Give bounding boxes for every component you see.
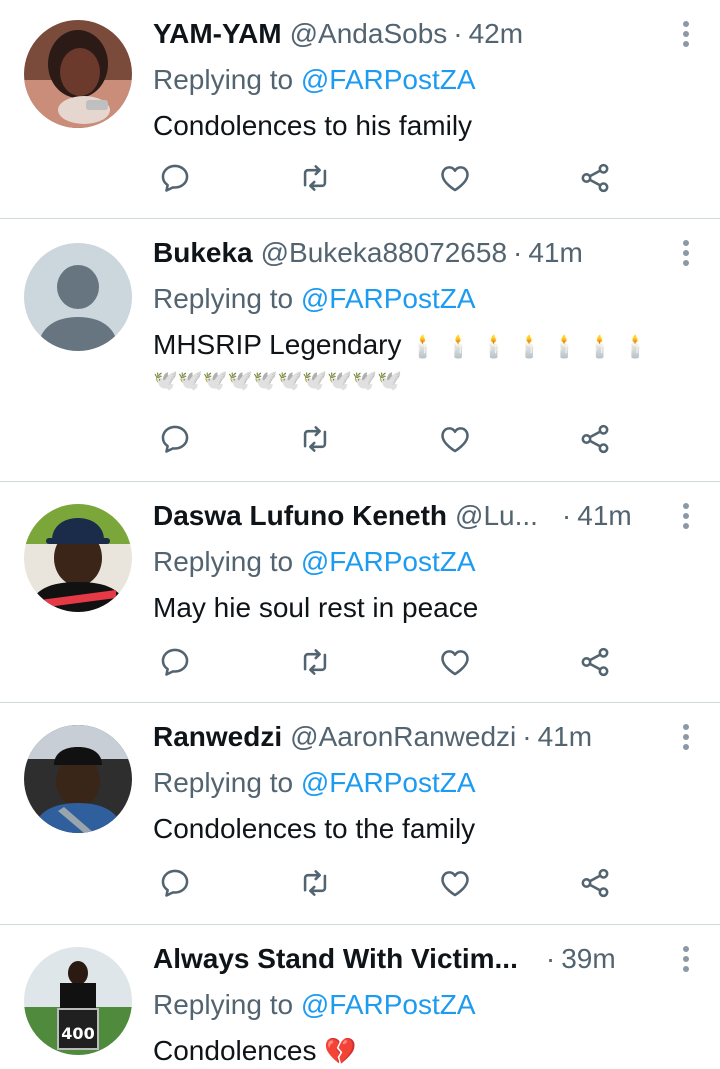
avatar-image — [24, 504, 132, 612]
mention-link[interactable]: @FARPostZA — [301, 64, 476, 95]
user-handle[interactable]: @Lu... — [455, 498, 538, 534]
avatar-image — [24, 725, 132, 833]
separator-dot: · — [513, 237, 523, 268]
more-icon[interactable] — [674, 941, 698, 977]
retweet-icon[interactable] — [295, 419, 335, 459]
more-icon[interactable] — [674, 235, 698, 271]
replying-to: Replying to @FARPostZA — [153, 281, 700, 317]
tweet-text: Condolences 💔 — [153, 1033, 700, 1069]
tweet-header: Bukeka @Bukeka88072658 · 41m — [153, 235, 700, 271]
tweet-text: MHSRIP Legendary 🕯️🕯️🕯️🕯️🕯️🕯️🕯️ — [153, 327, 700, 365]
separator-dot: · — [453, 18, 463, 49]
display-name[interactable]: Ranwedzi — [153, 719, 282, 755]
action-bar — [153, 642, 613, 682]
avatar[interactable] — [24, 725, 132, 833]
dove-emoji-row: 🕊️🕊️🕊️🕊️🕊️🕊️🕊️🕊️🕊️🕊️ — [153, 369, 403, 392]
avatar-image — [24, 20, 132, 128]
replying-to: Replying to @FARPostZA — [153, 987, 700, 1023]
share-icon[interactable] — [575, 419, 615, 459]
more-icon[interactable] — [674, 16, 698, 52]
action-bar — [153, 158, 613, 198]
tweet-header: YAM-YAM @AndaSobs · 42m — [153, 16, 700, 52]
default-profile-icon — [24, 243, 132, 351]
broken-heart-emoji: 💔 — [324, 1036, 357, 1066]
action-bar — [153, 419, 613, 459]
mention-link[interactable]: @FARPostZA — [301, 546, 476, 577]
replying-prefix: Replying to — [153, 283, 294, 314]
tweet-text-content: Condolences — [153, 1035, 317, 1066]
reply-icon[interactable] — [155, 642, 195, 682]
reply-icon[interactable] — [155, 419, 195, 459]
tweet-text: Condolences to his family — [153, 108, 700, 144]
replying-prefix: Replying to — [153, 989, 294, 1020]
display-name[interactable]: Daswa Lufuno Keneth — [153, 498, 447, 534]
action-bar — [153, 863, 613, 903]
timestamp[interactable]: 41m — [528, 235, 582, 271]
avatar[interactable] — [24, 504, 132, 612]
display-name[interactable]: Bukeka — [153, 235, 253, 271]
mention-link[interactable]: @FARPostZA — [301, 767, 476, 798]
timestamp[interactable]: 39m — [561, 941, 615, 977]
share-icon[interactable] — [575, 642, 615, 682]
user-handle[interactable]: @AndaSobs — [290, 16, 448, 52]
user-handle[interactable]: @AaronRanwedzi — [290, 719, 516, 755]
tweet-text: Condolences to the family — [153, 811, 700, 847]
more-icon[interactable] — [674, 719, 698, 755]
mention-link[interactable]: @FARPostZA — [301, 989, 476, 1020]
retweet-icon[interactable] — [295, 642, 335, 682]
more-icon[interactable] — [674, 498, 698, 534]
avatar[interactable] — [24, 243, 132, 351]
tweet-header: Daswa Lufuno Keneth @Lu... · 41m — [153, 498, 700, 534]
tweet[interactable]: Daswa Lufuno Keneth @Lu... · 41m Replyin… — [0, 482, 720, 703]
like-icon[interactable] — [435, 863, 475, 903]
display-name[interactable]: Always Stand With Victim... — [153, 941, 518, 977]
timestamp[interactable]: 42m — [469, 16, 523, 52]
reply-feed: YAM-YAM @AndaSobs · 42m Replying to @FAR… — [0, 0, 720, 1069]
replying-to: Replying to @FARPostZA — [153, 765, 700, 801]
tweet-text-content: May hie soul rest in peace — [153, 592, 479, 623]
tweet-text-content: Condolences to the family — [153, 813, 476, 844]
reply-icon[interactable] — [155, 863, 195, 903]
separator-dot: · — [522, 721, 532, 752]
like-icon[interactable] — [435, 158, 475, 198]
tweet-header: Ranwedzi @AaronRanwedzi · 41m — [153, 719, 700, 755]
timestamp[interactable]: 41m — [577, 498, 631, 534]
tweet-text-content: MHSRIP Legendary — [153, 329, 402, 360]
share-icon[interactable] — [575, 863, 615, 903]
svg-text:400: 400 — [61, 1024, 94, 1043]
tweet[interactable]: YAM-YAM @AndaSobs · 42m Replying to @FAR… — [0, 0, 720, 219]
timestamp[interactable]: 41m — [538, 719, 592, 755]
mention-link[interactable]: @FARPostZA — [301, 283, 476, 314]
avatar-image: 400 — [24, 947, 132, 1055]
user-handle[interactable]: @Bukeka88072658 — [261, 235, 507, 271]
avatar[interactable]: 400 — [24, 947, 132, 1055]
replying-to: Replying to @FARPostZA — [153, 62, 700, 98]
separator-dot: · — [561, 500, 572, 531]
like-icon[interactable] — [435, 419, 475, 459]
tweet[interactable]: Ranwedzi @AaronRanwedzi · 41m Replying t… — [0, 703, 720, 925]
tweet-text: May hie soul rest in peace — [153, 590, 700, 626]
tweet[interactable]: 400 Always Stand With Victim... · 39m Re… — [0, 925, 720, 1069]
replying-to: Replying to @FARPostZA — [153, 544, 700, 580]
replying-prefix: Replying to — [153, 767, 294, 798]
avatar[interactable] — [24, 20, 132, 128]
tweet-header: Always Stand With Victim... · 39m — [153, 941, 700, 977]
separator-dot: · — [545, 943, 556, 974]
display-name[interactable]: YAM-YAM — [153, 16, 282, 52]
candle-emoji-row: 🕯️🕯️🕯️🕯️🕯️🕯️🕯️ — [409, 333, 658, 359]
tweet[interactable]: Bukeka @Bukeka88072658 · 41m Replying to… — [0, 219, 720, 482]
retweet-icon[interactable] — [295, 158, 335, 198]
tweet-text-content: Condolences to his family — [153, 110, 473, 141]
replying-prefix: Replying to — [153, 64, 294, 95]
share-icon[interactable] — [575, 158, 615, 198]
reply-icon[interactable] — [155, 158, 195, 198]
replying-prefix: Replying to — [153, 546, 294, 577]
like-icon[interactable] — [435, 642, 475, 682]
retweet-icon[interactable] — [295, 863, 335, 903]
